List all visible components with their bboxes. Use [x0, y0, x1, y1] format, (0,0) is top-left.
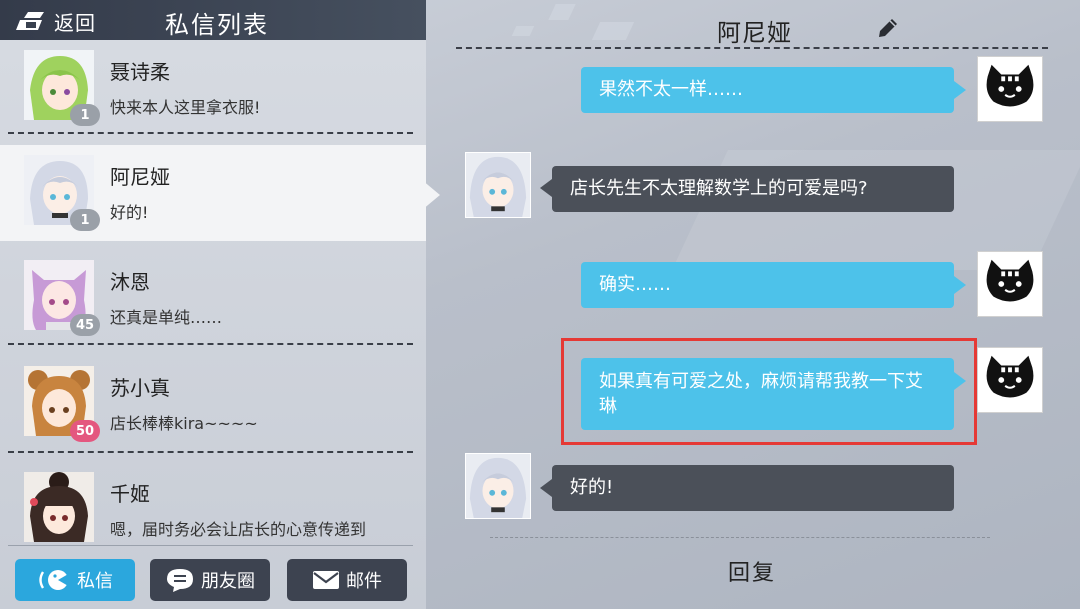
contact-item-su-xiaozhen[interactable]: 50 苏小真 店长棒棒kira~~~~	[0, 356, 426, 460]
contact-preview: 嗯，届时务必会让店长的心意传递到	[110, 520, 367, 539]
reply-divider	[490, 537, 990, 538]
message-bubble-incoming: 好的!	[552, 465, 954, 511]
message-text: 确实……	[599, 274, 671, 295]
reply-button[interactable]: 回复	[728, 555, 776, 587]
message-bubble-outgoing: 果然不太一样……	[581, 67, 954, 113]
chat-divider	[456, 47, 1048, 49]
unread-badge: 1	[70, 209, 100, 231]
contact-name: 阿尼娅	[110, 165, 170, 189]
contact-avatar	[465, 152, 531, 218]
bubble-tail	[540, 179, 552, 197]
tab-label: 私信	[77, 571, 113, 592]
unread-badge: 50	[70, 420, 100, 442]
selected-pointer-icon	[422, 180, 440, 210]
contact-item-qianji[interactable]: 千姬 嗯，届时务必会让店长的心意传递到	[0, 462, 426, 542]
tab-moments[interactable]: 朋友圈	[150, 559, 270, 601]
message-text: 果然不太一样……	[599, 79, 743, 100]
contact-item-muen[interactable]: 45 沐恩 还真是单纯……	[0, 250, 426, 354]
bubble-tail	[954, 276, 966, 294]
contact-preview: 好的!	[110, 203, 149, 222]
unread-badge: 1	[70, 104, 100, 126]
divider	[8, 343, 413, 345]
bubble-tail	[540, 479, 552, 497]
avatar	[24, 472, 94, 542]
message-text: 店长先生不太理解数学上的可爱是吗?	[570, 178, 868, 199]
contact-preview: 还真是单纯……	[110, 308, 223, 327]
player-avatar	[977, 251, 1043, 317]
avatar: 45	[24, 260, 100, 336]
back-arrow-icon	[16, 12, 44, 30]
highlight-frame	[561, 338, 977, 445]
background-shard	[548, 4, 576, 20]
contact-name: 沐恩	[110, 270, 150, 294]
bubble-tail	[954, 81, 966, 99]
background-shard	[511, 26, 535, 36]
message-bubble-incoming: 店长先生不太理解数学上的可爱是吗?	[552, 166, 954, 212]
back-button[interactable]: 返回	[14, 8, 96, 35]
avatar: 1	[24, 50, 100, 126]
contact-preview: 快来本人这里拿衣服!	[110, 98, 261, 117]
footer-divider	[8, 545, 413, 546]
divider	[8, 451, 413, 453]
tab-mail[interactable]: 邮件	[287, 559, 407, 601]
background-shard	[591, 22, 635, 40]
avatar: 1	[24, 155, 100, 231]
chat-title: 阿尼娅	[717, 19, 792, 47]
contact-item-nie-shirou[interactable]: 1 聂诗柔 快来本人这里拿衣服!	[0, 40, 426, 144]
contact-name: 苏小真	[110, 376, 170, 400]
player-avatar	[977, 56, 1043, 122]
tab-label: 朋友圈	[201, 571, 255, 592]
contact-name: 聂诗柔	[110, 60, 170, 84]
avatar: 50	[24, 366, 100, 442]
list-title: 私信列表	[165, 11, 269, 39]
message-bubble-outgoing: 确实……	[581, 262, 954, 308]
tab-label: 邮件	[346, 571, 382, 592]
unread-badge: 45	[70, 314, 100, 336]
contact-name: 千姬	[110, 482, 150, 506]
message-text: 好的!	[570, 477, 614, 498]
mail-icon	[313, 571, 339, 589]
pencil-icon[interactable]	[876, 16, 900, 40]
divider	[8, 132, 413, 134]
player-avatar	[977, 347, 1043, 413]
contact-preview: 店长棒棒kira~~~~	[110, 414, 258, 433]
moments-icon	[167, 569, 193, 592]
contact-list-panel: 返回 私信列表 1 聂诗柔 快来本人这里拿衣服! 1 阿尼娅 好的! 45 沐恩…	[0, 0, 440, 609]
contact-item-anya[interactable]: 1 阿尼娅 好的!	[0, 145, 426, 241]
tab-messages[interactable]: 私信	[15, 559, 135, 601]
contact-avatar	[465, 453, 531, 519]
chat-bubble-icon	[39, 570, 70, 590]
list-header: 返回 私信列表	[0, 0, 426, 40]
back-label: 返回	[54, 10, 96, 35]
